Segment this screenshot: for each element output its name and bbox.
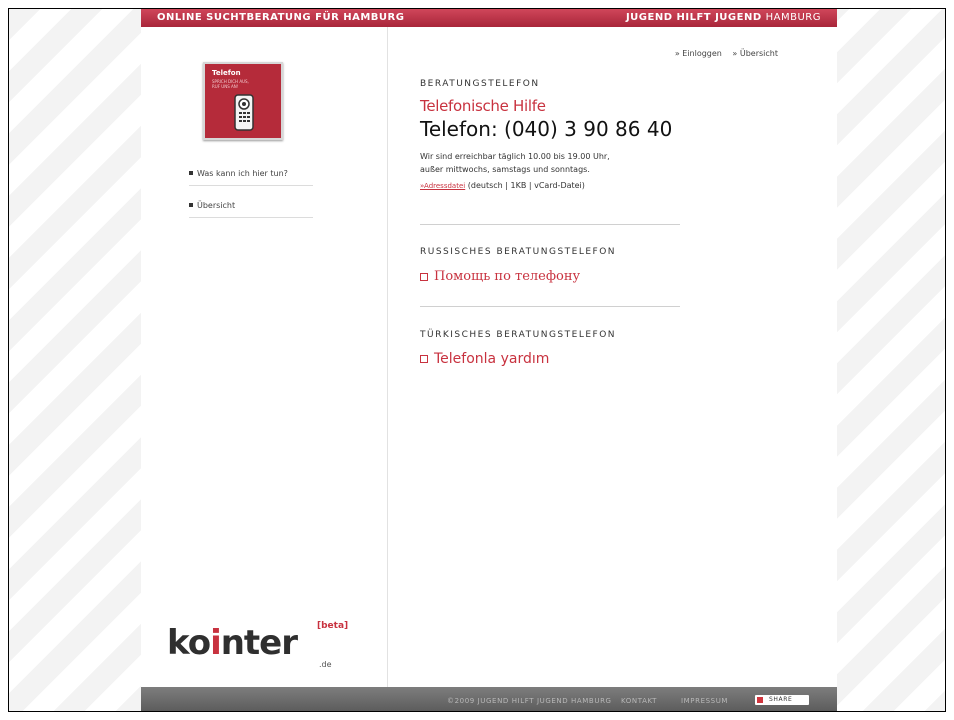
turkish-help-label: Telefonla yardım [434,351,550,367]
share-button[interactable]: SHARE [755,695,809,705]
availability-line-1: Wir sind erreichbar täglich 10.00 bis 19… [420,152,610,161]
right-margin-column [785,27,837,691]
logo-word: kointer [167,623,298,663]
top-links: » Einloggen » Übersicht [667,49,778,58]
section-head-beratungstelefon: BERATUNGSTELEFON [420,79,540,89]
share-icon [757,697,763,703]
logo-part-c: nter [220,623,298,663]
adressdatei-link[interactable]: »Adressdatei [420,182,465,190]
footer-bar: ©2009 JUGEND HILFT JUGEND HAMBURG KONTAK… [141,687,837,711]
divider [420,306,680,307]
phone-icon [234,94,254,131]
sidebar-item-label: Was kann ich hier tun? [197,169,288,178]
box-bullet-icon [420,272,428,281]
sidebar-item-uebersicht[interactable]: Übersicht [189,201,313,218]
adressdatei-row: »Adressdatei (deutsch | 1KB | vCard-Date… [420,181,585,190]
availability-text: Wir sind erreichbar täglich 10.00 bis 19… [420,150,680,176]
logo-part-a: ko [167,623,211,663]
card-subtitle: SPRICH DICH AUS, RUF UNS AN! [212,79,249,89]
phone-number: Telefon: (040) 3 90 86 40 [420,117,673,141]
card-title: Telefon [212,69,241,77]
page-frame: ONLINE SUCHTBERATUNG FÜR HAMBURG JUGEND … [8,8,946,712]
russian-help-label: Помощь по телефону [434,269,581,284]
left-sidebar: Telefon SPRICH DICH AUS, RUF UNS AN! Was… [141,27,387,691]
russian-help-link[interactable]: Помощь по телефону [420,269,580,284]
kointer-logo[interactable]: kointer [beta] .de [167,621,348,669]
turkish-help-link[interactable]: Telefonla yardım [420,351,549,367]
sidebar-item-was-kann-ich[interactable]: Was kann ich hier tun? [189,169,313,186]
sidebar-item-label: Übersicht [197,201,236,210]
availability-line-2: außer mittwochs, samstags und sonntags. [420,165,590,174]
divider [420,224,680,225]
bullet-icon [189,171,193,175]
logo-part-b: i [210,623,222,663]
section-head-tuerkisch: TÜRKISCHES BERATUNGSTELEFON [420,330,617,340]
main-content: » Einloggen » Übersicht BERATUNGSTELEFON… [387,27,787,691]
share-label: SHARE [769,696,793,703]
telefonische-hilfe-link[interactable]: Telefonische Hilfe [420,97,546,115]
footer-copyright: ©2009 JUGEND HILFT JUGEND HAMBURG [447,697,612,705]
top-bar: ONLINE SUCHTBERATUNG FÜR HAMBURG JUGEND … [141,9,837,27]
org-title-bold: JUGEND HILFT JUGEND [625,12,762,23]
org-title[interactable]: JUGEND HILFT JUGEND HAMBURG [626,12,821,23]
login-link[interactable]: » Einloggen [675,49,722,58]
bullet-icon [189,203,193,207]
overview-link[interactable]: » Übersicht [732,49,778,58]
logo-tld: .de [319,660,332,669]
site-title[interactable]: ONLINE SUCHTBERATUNG FÜR HAMBURG [157,12,404,23]
telefon-card[interactable]: Telefon SPRICH DICH AUS, RUF UNS AN! [203,62,283,140]
section-head-russisch: RUSSISCHES BERATUNGSTELEFON [420,247,617,257]
footer-impressum-link[interactable]: IMPRESSUM [681,697,728,705]
adressdatei-meta: (deutsch | 1KB | vCard-Datei) [467,181,585,190]
logo-beta: [beta] [317,621,349,631]
box-bullet-icon [420,355,428,363]
org-title-light: HAMBURG [765,12,821,23]
footer-kontakt-link[interactable]: KONTAKT [621,697,657,705]
